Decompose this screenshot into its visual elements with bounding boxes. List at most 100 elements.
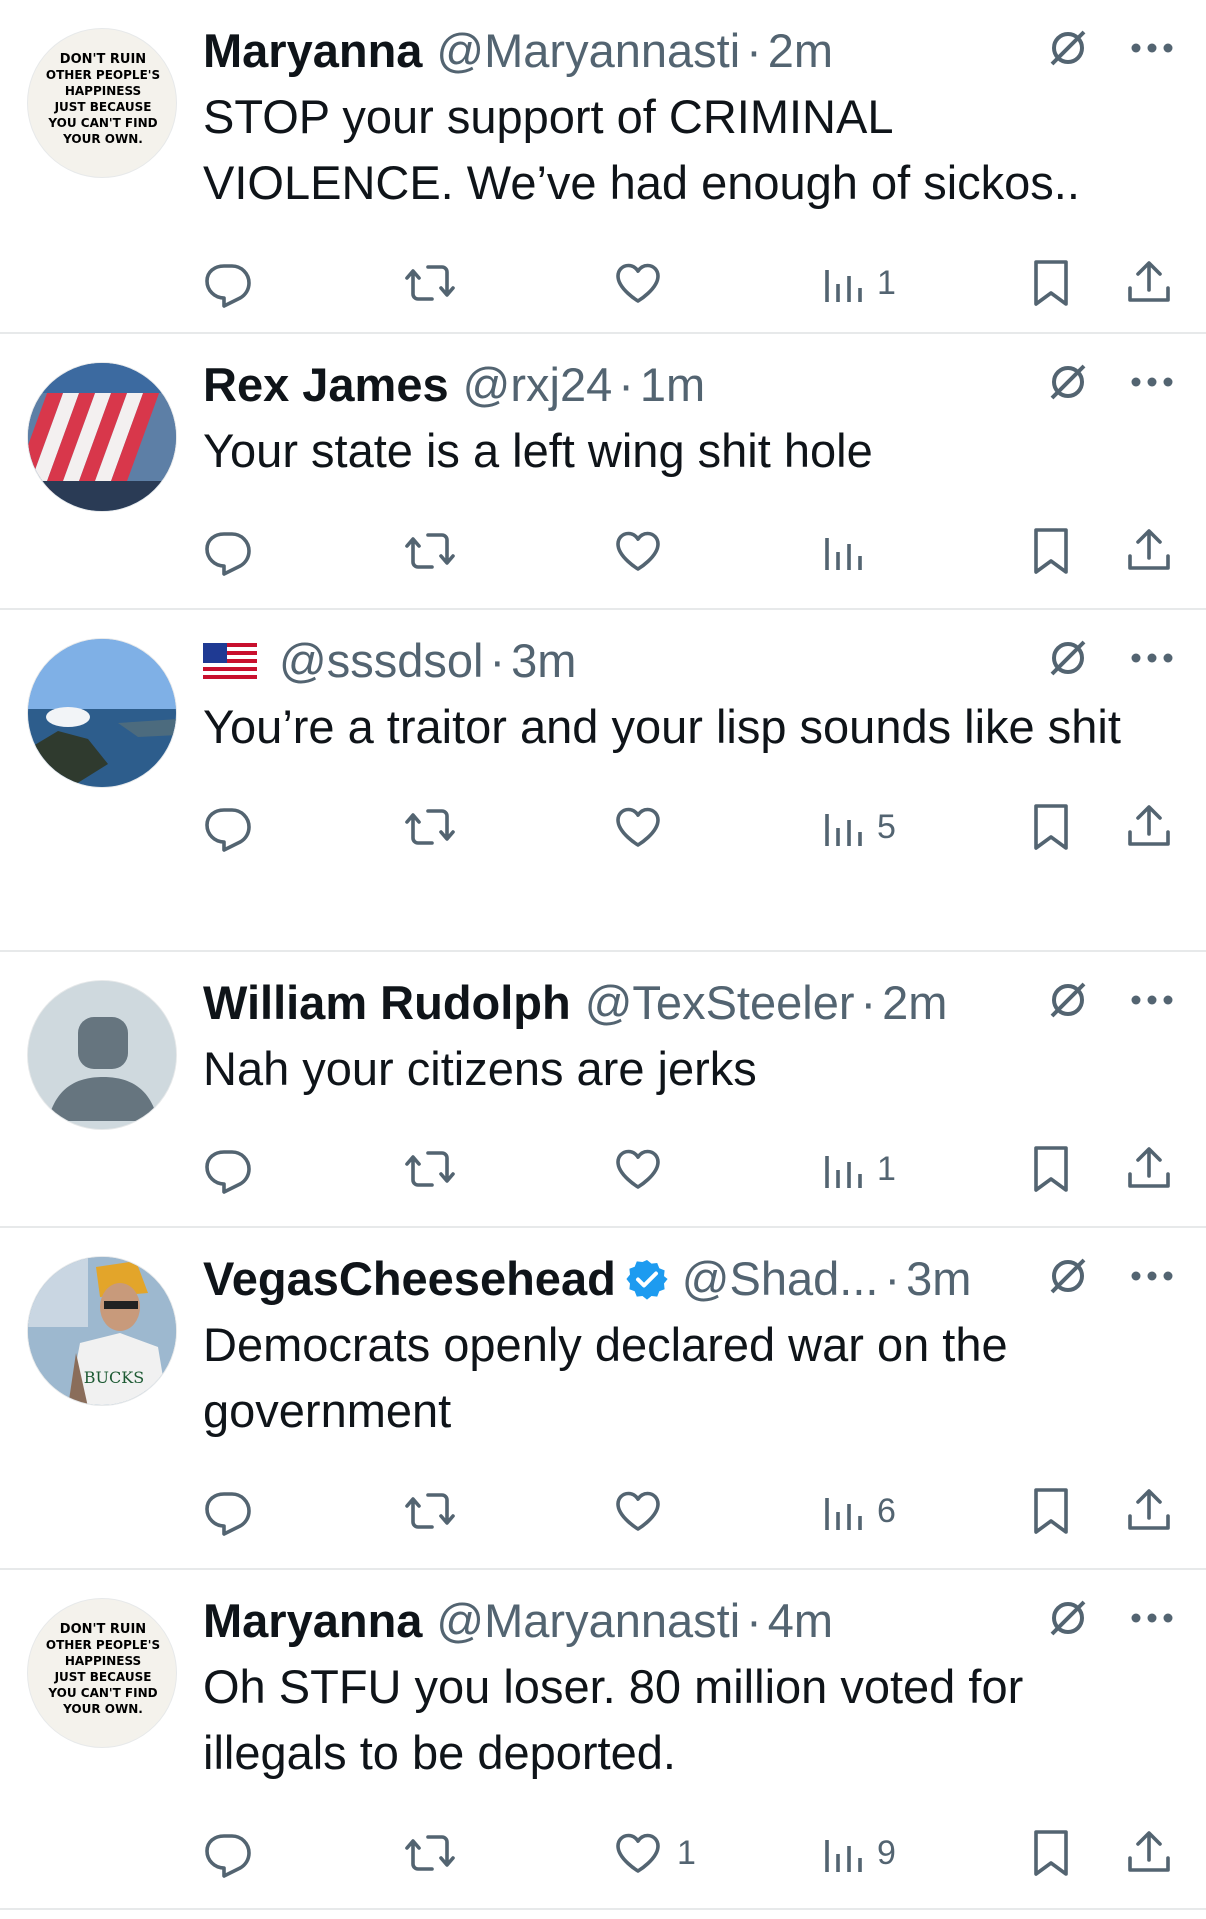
more-dots-icon[interactable]: [1130, 652, 1174, 664]
avatar[interactable]: [27, 980, 177, 1130]
reply-button[interactable]: [203, 258, 267, 308]
bookmark-icon: [1029, 526, 1073, 576]
share-button[interactable]: [1125, 1486, 1173, 1536]
timestamp[interactable]: 1m: [640, 356, 705, 414]
user-handle[interactable]: @Maryannasti: [436, 22, 740, 80]
like-button[interactable]: [613, 802, 677, 852]
separator-dot: ·: [860, 976, 877, 1029]
reply-button[interactable]: [203, 1144, 267, 1194]
timestamp[interactable]: 2m: [768, 22, 833, 80]
tweet[interactable]: @sssdsol · 3m You’re a traitor and your …: [0, 610, 1206, 952]
views-count: 6: [877, 1491, 896, 1530]
like-count: 1: [677, 1833, 696, 1872]
bookmark-button[interactable]: [1029, 1144, 1073, 1194]
tweet-header-actions: [1046, 1254, 1174, 1298]
views-button[interactable]: 1: [823, 258, 896, 308]
bookmark-button[interactable]: [1029, 802, 1073, 852]
avatar-poster-line: YOUR OWN.: [62, 1702, 143, 1716]
reply-icon: [203, 1144, 253, 1194]
share-button[interactable]: [1125, 1144, 1173, 1194]
action-bar: 5: [203, 768, 1173, 888]
views-count: 5: [877, 807, 896, 846]
tweet-header-actions: [1046, 978, 1174, 1022]
reply-button[interactable]: [203, 802, 267, 852]
grok-slash-icon[interactable]: [1046, 360, 1090, 404]
user-handle[interactable]: @Shad...: [682, 1250, 879, 1308]
display-name[interactable]: Maryanna: [203, 22, 422, 80]
grok-slash-icon[interactable]: [1046, 1254, 1090, 1298]
heart-icon: [613, 802, 663, 852]
repost-button[interactable]: [403, 802, 471, 852]
avatar[interactable]: DON'T RUIN OTHER PEOPLE'S HAPPINESS JUST…: [27, 28, 177, 178]
reply-icon: [203, 802, 253, 852]
views-button[interactable]: 5: [823, 802, 896, 852]
bookmark-button[interactable]: [1029, 1486, 1073, 1536]
avatar-poster-line: YOU CAN'T FIND: [47, 116, 157, 130]
more-dots-icon[interactable]: [1130, 1612, 1174, 1624]
display-name[interactable]: Rex James: [203, 356, 449, 414]
repost-button[interactable]: [403, 1144, 471, 1194]
repost-button[interactable]: [403, 526, 471, 576]
more-dots-icon[interactable]: [1130, 42, 1174, 54]
reply-button[interactable]: [203, 1828, 267, 1878]
share-button[interactable]: [1125, 526, 1173, 576]
avatar-poster-line: JUST BECAUSE: [54, 1670, 152, 1684]
tweet-text: Democrats openly declared war on the gov…: [203, 1318, 1008, 1437]
tweet[interactable]: DON'T RUIN OTHER PEOPLE'S HAPPINESS JUST…: [0, 0, 1206, 334]
avatar[interactable]: DON'T RUIN OTHER PEOPLE'S HAPPINESS JUST…: [27, 1598, 177, 1748]
grok-slash-icon[interactable]: [1046, 978, 1090, 1022]
views-button[interactable]: 9: [823, 1828, 896, 1878]
grok-slash-icon[interactable]: [1046, 1596, 1090, 1640]
like-button[interactable]: [613, 258, 677, 308]
bookmark-button[interactable]: [1029, 1828, 1073, 1878]
timestamp[interactable]: 3m: [511, 632, 576, 690]
like-button[interactable]: [613, 526, 677, 576]
grok-slash-icon[interactable]: [1046, 636, 1090, 680]
reply-button[interactable]: [203, 1486, 267, 1536]
tweet[interactable]: BUCKS VegasCheesehead @Shad... · 3m Demo…: [0, 1228, 1206, 1570]
timestamp[interactable]: 4m: [768, 1592, 833, 1650]
user-handle[interactable]: @rxj24: [463, 356, 613, 414]
timestamp[interactable]: 2m: [882, 974, 947, 1032]
like-button[interactable]: [613, 1486, 677, 1536]
views-button[interactable]: [823, 526, 877, 576]
more-dots-icon[interactable]: [1130, 1270, 1174, 1282]
views-button[interactable]: 1: [823, 1144, 896, 1194]
avatar[interactable]: [27, 638, 177, 788]
views-count: 9: [877, 1833, 896, 1872]
views-button[interactable]: 6: [823, 1486, 896, 1536]
bookmark-button[interactable]: [1029, 258, 1073, 308]
avatar[interactable]: [27, 362, 177, 512]
tweet[interactable]: William Rudolph @TexSteeler · 2m Nah you…: [0, 952, 1206, 1228]
share-icon: [1125, 1144, 1173, 1194]
display-name[interactable]: VegasCheesehead: [203, 1250, 616, 1308]
more-dots-icon[interactable]: [1130, 376, 1174, 388]
user-handle[interactable]: @sssdsol: [279, 632, 483, 690]
avatar[interactable]: BUCKS: [27, 1256, 177, 1406]
tweet[interactable]: DON'T RUIN OTHER PEOPLE'S HAPPINESS JUST…: [0, 1570, 1206, 1910]
display-name[interactable]: Maryanna: [203, 1592, 422, 1650]
repost-button[interactable]: [403, 1486, 471, 1536]
bookmark-icon: [1029, 1486, 1073, 1536]
timestamp[interactable]: 3m: [906, 1250, 971, 1308]
repost-button[interactable]: [403, 1828, 471, 1878]
heart-icon: [613, 526, 663, 576]
like-button[interactable]: 1: [613, 1828, 696, 1878]
like-button[interactable]: [613, 1144, 677, 1194]
share-button[interactable]: [1125, 1828, 1173, 1878]
user-handle[interactable]: @Maryannasti: [436, 1592, 740, 1650]
tweet-header: Maryanna @Maryannasti · 4m: [203, 1592, 1173, 1650]
bookmark-button[interactable]: [1029, 526, 1073, 576]
repost-button[interactable]: [403, 258, 471, 308]
more-dots-icon[interactable]: [1130, 994, 1174, 1006]
tweet[interactable]: Rex James @rxj24 · 1m Your state is a le…: [0, 334, 1206, 610]
separator-dot: ·: [746, 24, 762, 77]
tweet-header-actions: [1046, 636, 1174, 680]
share-button[interactable]: [1125, 258, 1173, 308]
tweet-header: VegasCheesehead @Shad... · 3m: [203, 1250, 1173, 1308]
share-button[interactable]: [1125, 802, 1173, 852]
display-name[interactable]: William Rudolph: [203, 974, 571, 1032]
user-handle[interactable]: @TexSteeler: [585, 974, 855, 1032]
grok-slash-icon[interactable]: [1046, 26, 1090, 70]
reply-button[interactable]: [203, 526, 267, 576]
